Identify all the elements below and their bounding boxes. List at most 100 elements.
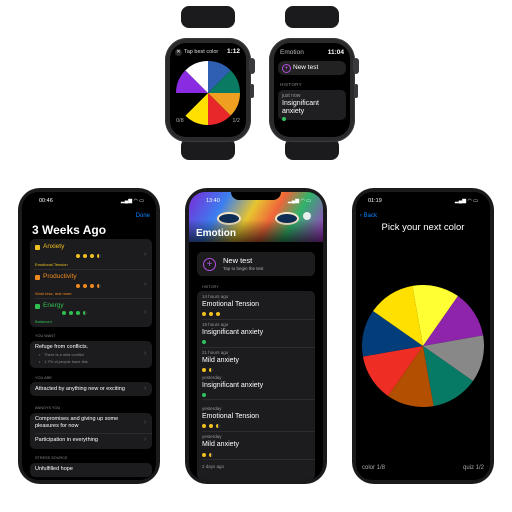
chevron-right-icon: › [144,309,147,316]
left-counter: color 1/8 [362,465,386,471]
entry-when: yesterday [202,406,222,411]
back-button[interactable]: ‹ Back [360,213,377,219]
chevron-right-icon: › [144,419,147,426]
entry-title: Emotional Tension [202,301,260,308]
anxiety-icon [35,245,40,250]
metric-sub: Balanced [35,319,52,324]
status-icons: ▂▄▆ ◠ ▭ [454,198,478,204]
phone-screen: 13:40 ▂▄▆ ◠ ▭ Emotion + New test Tap to … [189,192,323,480]
page-title: 3 Weeks Ago [32,223,107,237]
level-dots [62,311,90,315]
new-test-button[interactable]: + New test [278,61,346,75]
section-header: STRESS SOURCE [35,456,68,460]
entry-title: Insignificant anxiety [202,329,264,336]
entry-title: Insignificant anxiety [202,382,264,389]
chevron-right-icon: › [144,350,147,357]
bullet-1-marker: • [39,352,41,357]
divider [202,399,315,400]
history-header: HISTORY [202,285,219,289]
status-time: 01:19 [368,198,382,204]
new-test-sub: Tap to begin the test [223,266,264,271]
entry-when: 21 hours ago [202,350,229,355]
color-wheel[interactable] [362,285,484,407]
watch-band-top [181,6,235,28]
side-button[interactable] [250,84,254,98]
close-icon[interactable]: ✕ [175,49,182,56]
digital-crown[interactable] [249,58,255,74]
new-test-button[interactable]: + New test Tap to begin the test [197,252,315,276]
divider [35,433,152,434]
entry-when: 2 days ago [202,464,225,469]
entry-title: Mild anxiety [202,441,239,448]
entry-when: 19 hours ago [202,322,229,327]
you-want-title: Refuge from conflicts. [35,344,89,350]
history-header: HISTORY [280,82,302,87]
metrics-card [30,239,152,327]
watch-screen: Emotion 11:04 + New test HISTORY just no… [274,43,350,137]
settings-icon[interactable] [303,212,311,220]
you-want-card[interactable]: Refuge from conflicts. • There is a mild… [30,341,152,368]
right-counter: 1/2 [232,118,240,124]
metric-sub: Work less, rest more [35,291,72,296]
page-heading: Pick your next color [381,222,465,233]
digital-crown[interactable] [353,58,359,74]
entry-dots [202,393,209,397]
stress-value: Unfulfilled hope [35,466,73,472]
annoys-item-1[interactable]: Compromises and giving up some [35,416,118,422]
bullet-2-marker: • [39,359,41,364]
plus-icon: + [282,64,291,73]
divider [202,319,315,320]
right-counter: quiz 1/2 [462,465,484,471]
plus-icon: + [203,258,216,271]
divider [202,459,315,460]
stress-card[interactable]: Unfulfilled hope [30,463,152,477]
history-entry[interactable]: just now Insignificant anxiety [278,90,346,120]
back-label: Back [363,213,378,219]
entry-dots [202,340,209,344]
watch-app-title: Emotion [280,49,304,56]
status-time: 00:46 [39,198,53,204]
metric-name: Anxiety [43,243,65,250]
entry-dots [202,424,223,428]
chevron-right-icon: › [144,251,147,258]
chevron-right-icon: › [144,436,147,443]
left-counter: 0/8 [176,118,184,124]
status-icons: ▂▄▆ ◠ ▭ [287,198,311,204]
divider [202,431,315,432]
page-title: Emotion [196,228,236,239]
watch-band-top [285,6,339,28]
divider [202,347,315,348]
entry-dots [202,312,223,316]
notch [398,192,448,200]
entry-when: yesterday [202,375,222,380]
status-icons: ▂▄▆ ◠ ▭ [120,198,144,204]
entry-title: Mild anxiety [202,357,239,364]
phone-screen: 00:46 ▂▄▆ ◠ ▭ Done 3 Weeks Ago Anxiety E… [22,192,156,480]
new-test-label: New test [293,64,319,71]
done-button[interactable]: Done [136,213,150,219]
chevron-left-icon: ‹ [360,213,362,219]
annoys-item-1-cont: pleasures for now [35,423,79,429]
new-test-label: New test [223,256,253,265]
watch-time: 11:04 [327,49,344,56]
color-wheel[interactable] [176,61,240,125]
entry-when: yesterday [202,434,222,439]
chevron-right-icon: › [144,281,147,288]
entry-dots [202,368,216,372]
side-button[interactable] [354,84,358,98]
watch-screen: ✕ Tap best color 1:12 0/8 1/2 [170,43,246,137]
entry-title: Emotional Tension [202,413,260,420]
phone-screen: 01:19 ▂▄▆ ◠ ▭ ‹ Back Pick your next colo… [356,192,490,480]
entry-when: 14 hours ago [202,294,229,299]
annoys-item-2[interactable]: Participation in everything [35,437,98,443]
annoys-card: Compromises and giving up some pleasures… [30,413,152,449]
divider [34,269,152,270]
notch [231,192,281,200]
section-header: ANNOYS YOU [35,406,61,410]
watch-time: 1:12 [226,48,240,55]
chevron-right-icon: › [144,385,147,392]
watch-title: Tap best color [184,49,219,55]
bullet-1: There is a mild conflict [44,352,84,357]
you-are-card[interactable]: Attracted by anything new or exciting › [30,382,152,396]
metric-sub: Emotional Tension [35,262,68,267]
